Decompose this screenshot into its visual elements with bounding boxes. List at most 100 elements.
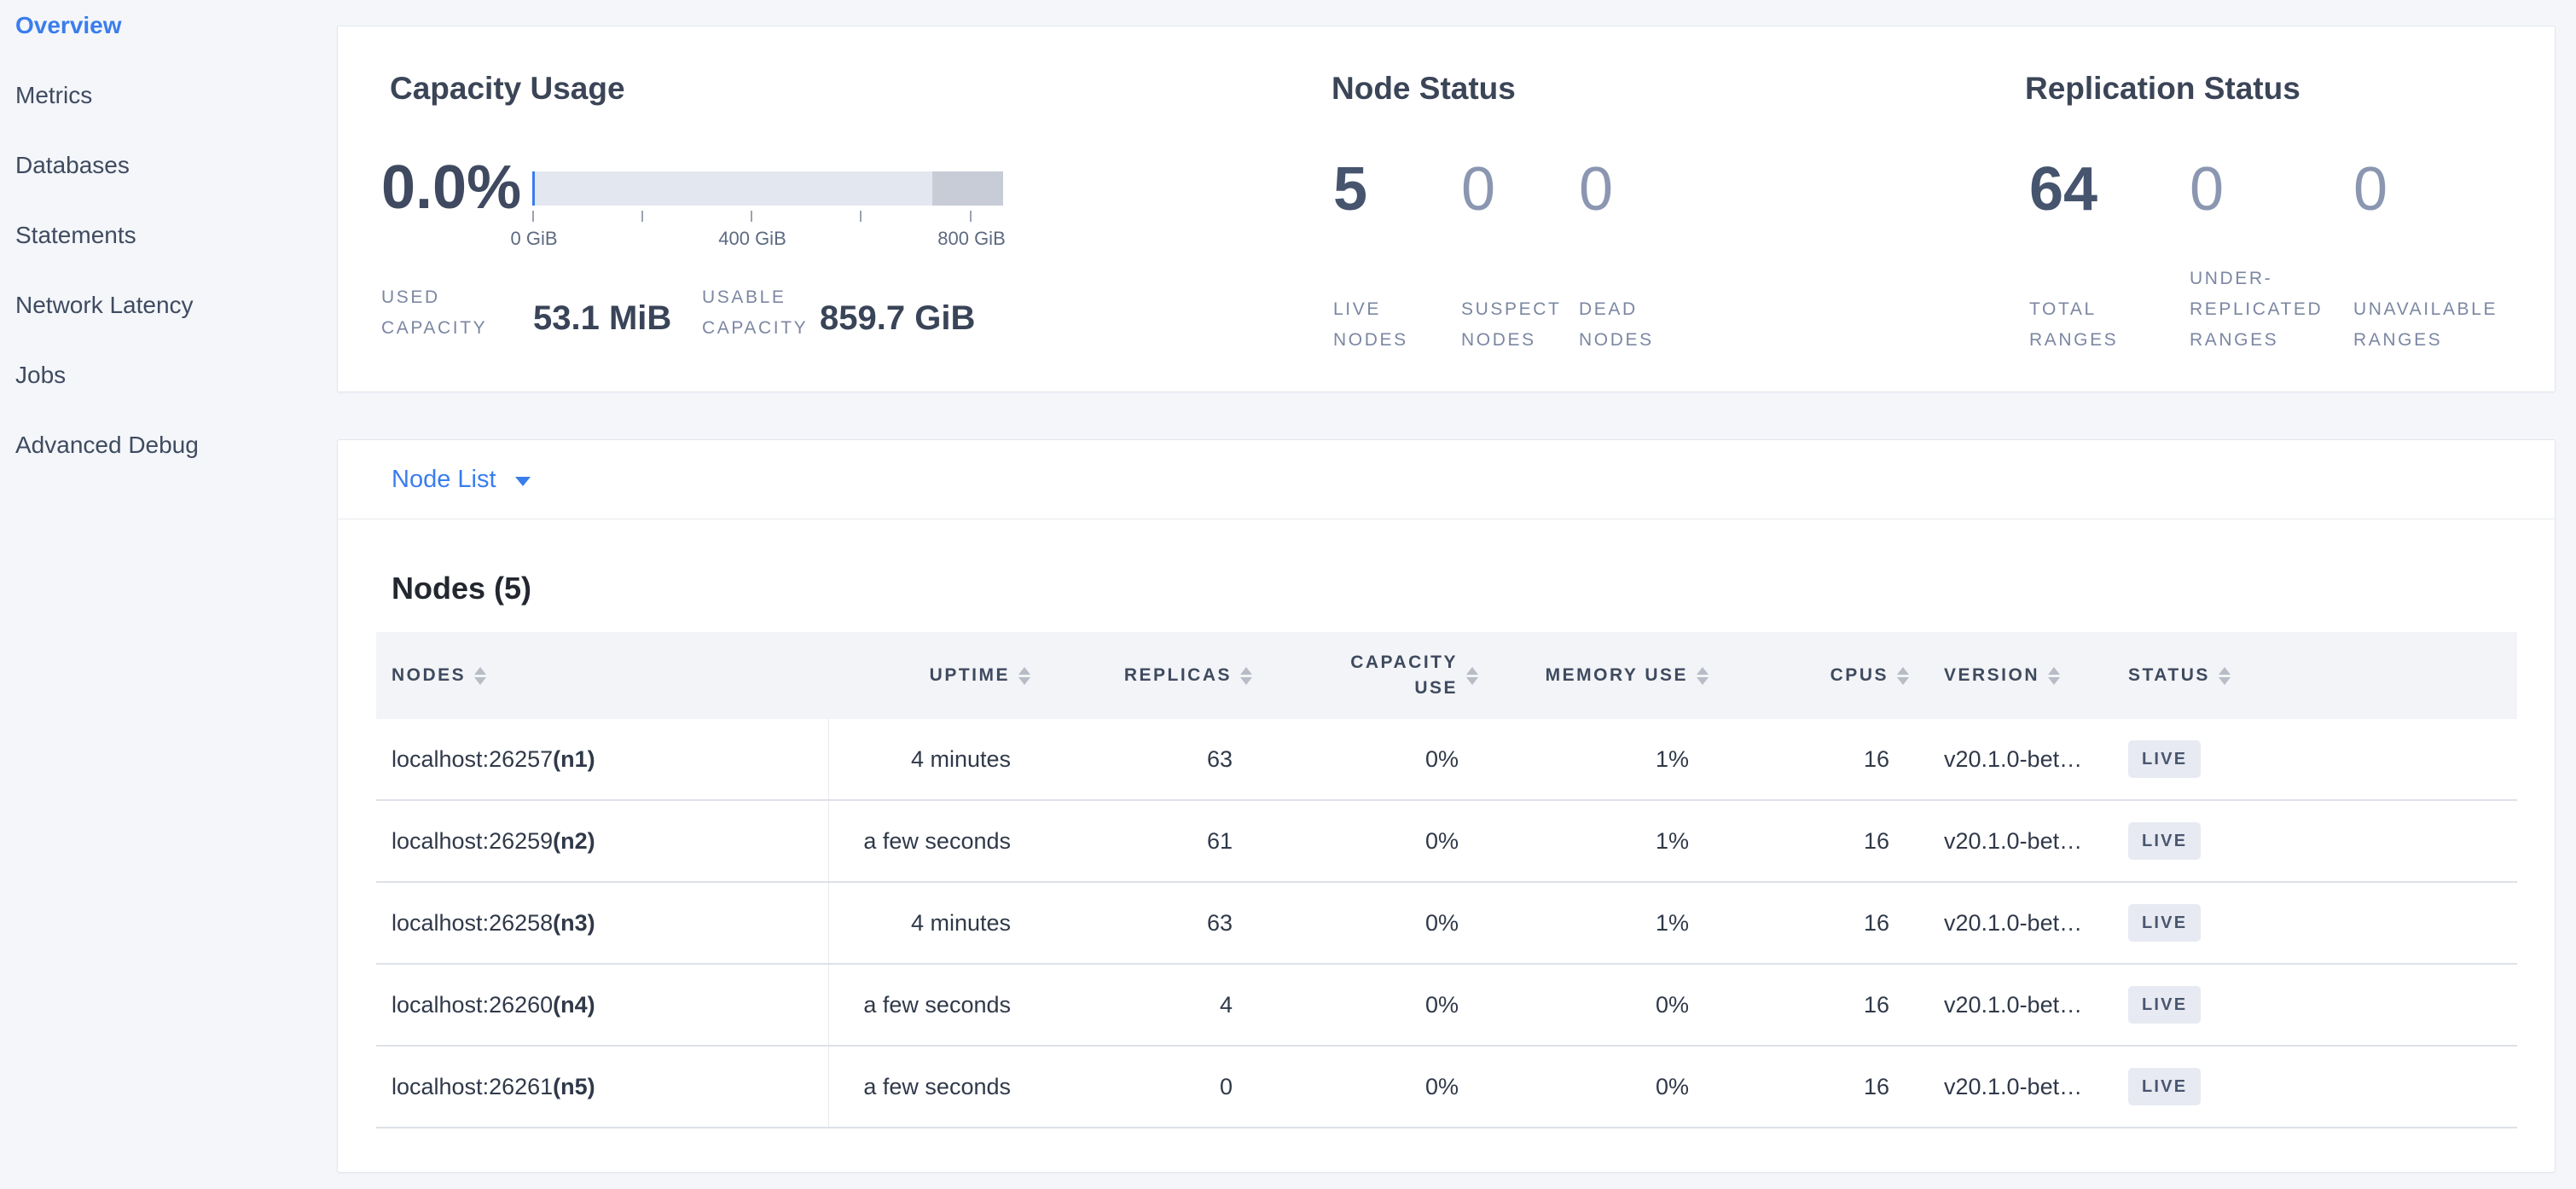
stat-value: 0	[2190, 154, 2224, 224]
status-badge: LIVE	[2128, 986, 2201, 1024]
table-row[interactable]: localhost:26259 (n2)a few seconds610%1%1…	[376, 801, 2517, 883]
stat-label: SUSPECT NODES	[1461, 294, 1561, 356]
cell-uptime: a few seconds	[829, 992, 1041, 1018]
sidebar-item-statements[interactable]: Statements	[15, 200, 337, 270]
status-badge: LIVE	[2128, 904, 2201, 942]
sidebar-item-metrics[interactable]: Metrics	[15, 61, 337, 130]
node-list-card: Node List Nodes (5) NODES UPTIME REPLICAS C…	[337, 439, 2556, 1173]
sort-icon[interactable]	[1697, 667, 1709, 685]
table-row[interactable]: localhost:26260 (n4)a few seconds40%0%16…	[376, 965, 2517, 1047]
stat-label: TOTAL RANGES	[2029, 294, 2118, 356]
gauge-tick	[751, 211, 752, 222]
replication-status-stats: 64 TOTAL RANGES 0 UNDER- REPLICATED RANGES 0…	[2025, 26, 2554, 392]
capacity-gauge	[532, 171, 1003, 206]
nodes-table: NODES UPTIME REPLICAS CAPACITY USE MEMORY US…	[376, 632, 2517, 1128]
sort-icon[interactable]	[1240, 667, 1252, 685]
column-header-replicas[interactable]: REPLICAS	[1041, 665, 1263, 686]
sort-icon[interactable]	[1466, 667, 1478, 685]
cell-node-address[interactable]: localhost:26260 (n4)	[376, 965, 829, 1045]
capacity-usage-title: Capacity Usage	[390, 71, 625, 107]
cell-uptime: a few seconds	[829, 828, 1041, 855]
sort-down-arrow-icon	[1466, 677, 1478, 685]
cell-node-address[interactable]: localhost:26258 (n3)	[376, 883, 829, 963]
column-header-cpus[interactable]: CPUS	[1720, 665, 1920, 686]
node-list-dropdown[interactable]: Node List	[392, 466, 531, 494]
column-header-label: MEMORY USE	[1546, 665, 1688, 686]
cell-node-address[interactable]: localhost:26257 (n1)	[376, 719, 829, 799]
cell-version: v20.1.0-bet…	[1920, 992, 2099, 1018]
column-header-label: UPTIME	[930, 665, 1010, 686]
sort-up-arrow-icon	[2219, 667, 2231, 675]
column-header-version[interactable]: VERSION	[1920, 665, 2099, 686]
cell-memory-use: 0%	[1489, 992, 1720, 1018]
usable-capacity-label: USABLE CAPACITY	[702, 282, 808, 344]
node-address: localhost:26259	[392, 828, 553, 855]
sort-down-arrow-icon	[2048, 677, 2060, 685]
table-row[interactable]: localhost:26257 (n1)4 minutes630%1%16v20…	[376, 719, 2517, 801]
node-address: localhost:26261	[392, 1074, 553, 1100]
sort-icon[interactable]	[474, 667, 486, 685]
gauge-tick	[641, 211, 643, 222]
cluster-summary-card: Capacity Usage 0.0% 0 GiB 400 GiB 800 Gi…	[337, 26, 2556, 392]
cell-node-address[interactable]: localhost:26261 (n5)	[376, 1047, 829, 1127]
sidebar-item-overview[interactable]: Overview	[15, 0, 337, 61]
gauge-tick-label: 800 GiB	[937, 228, 1006, 250]
sidebar: OverviewMetricsDatabasesStatementsNetwor…	[0, 0, 337, 1189]
sort-up-arrow-icon	[1240, 667, 1252, 675]
node-status-stats: 5LIVE NODES0SUSPECT NODES0DEAD NODES	[1332, 26, 1997, 392]
sidebar-item-databases[interactable]: Databases	[15, 130, 337, 200]
sort-icon[interactable]	[2048, 667, 2060, 685]
cell-node-address[interactable]: localhost:26259 (n2)	[376, 801, 829, 881]
sort-down-arrow-icon	[1240, 677, 1252, 685]
gauge-used-indicator	[532, 171, 535, 206]
sort-down-arrow-icon	[1697, 677, 1709, 685]
cell-uptime: 4 minutes	[829, 910, 1041, 937]
capacity-usage-section: Capacity Usage 0.0% 0 GiB 400 GiB 800 Gi…	[381, 26, 1328, 392]
sidebar-item-advanced-debug[interactable]: Advanced Debug	[15, 410, 337, 480]
used-capacity-value: 53.1 MiB	[533, 299, 671, 338]
stat-value: 5	[1333, 154, 1367, 224]
table-header-row: NODES UPTIME REPLICAS CAPACITY USE MEMORY US…	[376, 632, 2517, 719]
sort-icon[interactable]	[1018, 667, 1030, 685]
column-header-status[interactable]: STATUS	[2099, 665, 2517, 686]
column-header-uptime[interactable]: UPTIME	[829, 665, 1041, 686]
cell-cpus: 16	[1720, 1074, 1920, 1100]
cell-capacity-use: 0%	[1263, 1074, 1489, 1100]
cell-uptime: a few seconds	[829, 1074, 1041, 1100]
node-address: localhost:26258	[392, 910, 553, 937]
column-header-label: VERSION	[1944, 665, 2039, 686]
sort-down-arrow-icon	[474, 677, 486, 685]
gauge-other-segment	[932, 171, 1003, 206]
sort-up-arrow-icon	[1466, 667, 1478, 675]
table-row[interactable]: localhost:26261 (n5)a few seconds00%0%16…	[376, 1047, 2517, 1128]
gauge-tick	[532, 211, 534, 222]
capacity-percent: 0.0%	[381, 153, 521, 223]
sidebar-item-jobs[interactable]: Jobs	[15, 340, 337, 410]
cell-status: LIVE	[2099, 986, 2517, 1024]
sort-icon[interactable]	[2219, 667, 2231, 685]
table-row[interactable]: localhost:26258 (n3)4 minutes630%1%16v20…	[376, 883, 2517, 965]
sidebar-item-network-latency[interactable]: Network Latency	[15, 270, 337, 340]
usable-capacity-value: 859.7 GiB	[820, 299, 975, 338]
cell-version: v20.1.0-bet…	[1920, 910, 2099, 937]
status-badge: LIVE	[2128, 1068, 2201, 1105]
gauge-tick	[970, 211, 972, 222]
node-id: (n2)	[553, 828, 595, 855]
sort-up-arrow-icon	[474, 667, 486, 675]
gauge-tick-label: 400 GiB	[718, 228, 786, 250]
nodes-table-title: Nodes (5)	[392, 571, 531, 606]
stat-label: UNDER- REPLICATED RANGES	[2190, 264, 2323, 356]
column-header-label: REPLICAS	[1124, 665, 1232, 686]
node-address: localhost:26260	[392, 992, 553, 1018]
cell-version: v20.1.0-bet…	[1920, 828, 2099, 855]
cell-memory-use: 0%	[1489, 1074, 1720, 1100]
sort-down-arrow-icon	[2219, 677, 2231, 685]
stat-value: 0	[2353, 154, 2387, 224]
column-header-capacity-use[interactable]: CAPACITY USE	[1263, 650, 1489, 702]
stat-value: 64	[2029, 154, 2097, 224]
sort-up-arrow-icon	[1018, 667, 1030, 675]
sort-icon[interactable]	[1897, 667, 1909, 685]
cell-replicas: 63	[1041, 910, 1263, 937]
column-header-memory-use[interactable]: MEMORY USE	[1489, 665, 1720, 686]
column-header-nodes[interactable]: NODES	[376, 665, 829, 686]
